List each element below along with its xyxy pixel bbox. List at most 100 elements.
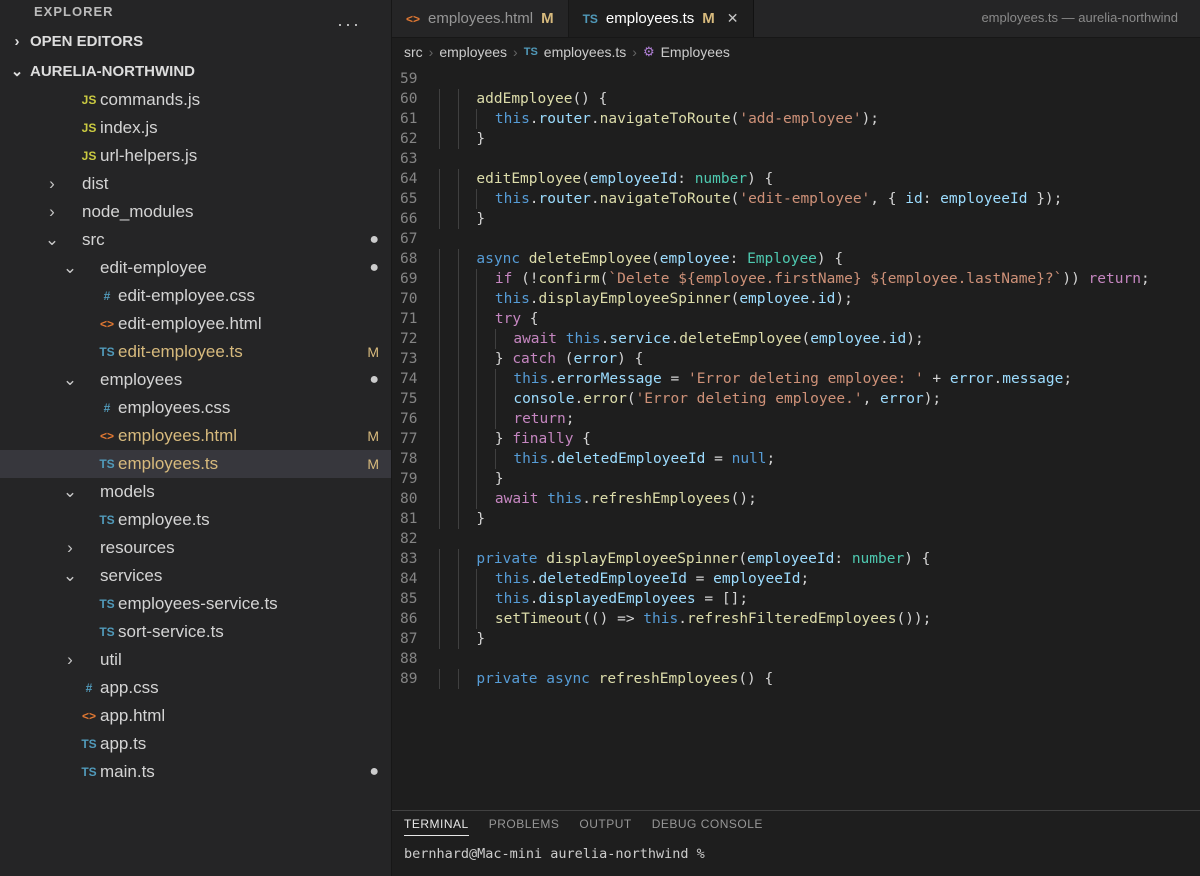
file-item[interactable]: <>employees.htmlM: [0, 422, 391, 450]
editor-tab[interactable]: <>employees.htmlM: [392, 0, 569, 37]
file-item[interactable]: JSurl-helpers.js: [0, 142, 391, 170]
code-line[interactable]: [431, 649, 1200, 669]
line-number: 83: [400, 549, 417, 569]
folder-item[interactable]: ⌄ services: [0, 562, 391, 590]
file-label: employees-service.ts: [118, 594, 278, 614]
code-line[interactable]: private async refreshEmployees() {: [431, 669, 1200, 689]
file-item[interactable]: TSapp.ts: [0, 730, 391, 758]
breadcrumb-item[interactable]: src: [404, 44, 423, 60]
close-icon[interactable]: ✕: [727, 10, 739, 27]
file-item[interactable]: JSindex.js: [0, 114, 391, 142]
code-line[interactable]: this.displayedEmployees = [];: [431, 589, 1200, 609]
panel-tab[interactable]: DEBUG CONSOLE: [652, 817, 763, 836]
code-line[interactable]: this.displayEmployeeSpinner(employee.id)…: [431, 289, 1200, 309]
code-line[interactable]: }: [431, 469, 1200, 489]
line-number: 73: [400, 349, 417, 369]
code-line[interactable]: [431, 149, 1200, 169]
code-line[interactable]: return;: [431, 409, 1200, 429]
ts-icon: TS: [583, 12, 598, 26]
file-label: edit-employee.css: [118, 286, 255, 306]
line-number: 68: [400, 249, 417, 269]
panel-tab[interactable]: TERMINAL: [404, 817, 469, 836]
code-line[interactable]: addEmployee() {: [431, 89, 1200, 109]
code-line[interactable]: }: [431, 209, 1200, 229]
code-line[interactable]: this.deletedEmployeeId = employeeId;: [431, 569, 1200, 589]
file-item[interactable]: TSmain.ts●: [0, 758, 391, 786]
code-line[interactable]: try {: [431, 309, 1200, 329]
code-content[interactable]: addEmployee() { this.router.navigateToRo…: [431, 67, 1200, 810]
code-line[interactable]: [431, 529, 1200, 549]
line-number: 67: [400, 229, 417, 249]
file-item[interactable]: #employees.css: [0, 394, 391, 422]
file-item[interactable]: #edit-employee.css: [0, 282, 391, 310]
file-label: services: [100, 566, 162, 586]
breadcrumbs[interactable]: src›employees›TSemployees.ts›⚙Employees: [392, 38, 1200, 67]
code-line[interactable]: setTimeout(() => this.refreshFilteredEmp…: [431, 609, 1200, 629]
editor-tab[interactable]: TSemployees.tsM✕: [569, 0, 754, 37]
project-header[interactable]: ⌄ AURELIA-NORTHWIND: [0, 56, 391, 86]
file-item[interactable]: TSemployees-service.ts: [0, 590, 391, 618]
code-line[interactable]: [431, 229, 1200, 249]
file-item[interactable]: TSedit-employee.tsM: [0, 338, 391, 366]
file-item[interactable]: TSsort-service.ts: [0, 618, 391, 646]
more-actions-icon[interactable]: ···: [337, 14, 361, 35]
open-editors-header[interactable]: › OPEN EDITORS: [0, 27, 391, 56]
terminal-line[interactable]: bernhard@Mac-mini aurelia-northwind %: [404, 846, 1188, 862]
file-label: index.js: [100, 118, 158, 138]
git-status-badge: M: [359, 344, 379, 360]
code-line[interactable]: }: [431, 129, 1200, 149]
folder-item[interactable]: ⌄employees●: [0, 366, 391, 394]
file-item[interactable]: <>app.html: [0, 702, 391, 730]
code-line[interactable]: this.errorMessage = 'Error deleting empl…: [431, 369, 1200, 389]
code-line[interactable]: editEmployee(employeeId: number) {: [431, 169, 1200, 189]
line-number: 65: [400, 189, 417, 209]
code-line[interactable]: this.deletedEmployeeId = null;: [431, 449, 1200, 469]
code-line[interactable]: } catch (error) {: [431, 349, 1200, 369]
folder-item[interactable]: ›node_modules: [0, 198, 391, 226]
css-icon: #: [96, 401, 118, 415]
line-number: 85: [400, 589, 417, 609]
folder-item[interactable]: ⌄models: [0, 478, 391, 506]
file-tree[interactable]: JScommands.jsJSindex.jsJSurl-helpers.js›…: [0, 86, 391, 876]
folder-item[interactable]: ›resources: [0, 534, 391, 562]
line-number: 84: [400, 569, 417, 589]
js-icon: JS: [78, 149, 100, 163]
breadcrumb-item[interactable]: TS employees.ts: [524, 44, 627, 60]
folder-item[interactable]: ⌄edit-employee●: [0, 254, 391, 282]
file-label: app.ts: [100, 734, 146, 754]
folder-item[interactable]: ›util: [0, 646, 391, 674]
code-line[interactable]: this.router.navigateToRoute('add-employe…: [431, 109, 1200, 129]
code-line[interactable]: this.router.navigateToRoute('edit-employ…: [431, 189, 1200, 209]
code-line[interactable]: await this.service.deleteEmployee(employ…: [431, 329, 1200, 349]
code-line[interactable]: [431, 69, 1200, 89]
breadcrumb-item[interactable]: employees: [439, 44, 507, 60]
file-item[interactable]: TSemployee.ts: [0, 506, 391, 534]
code-line[interactable]: private displayEmployeeSpinner(employeeI…: [431, 549, 1200, 569]
chevron-down-icon: ⌄: [62, 258, 78, 278]
panel-tab[interactable]: PROBLEMS: [489, 817, 560, 836]
code-line[interactable]: } finally {: [431, 429, 1200, 449]
folder-item[interactable]: ⌄src●: [0, 226, 391, 254]
file-item[interactable]: #app.css: [0, 674, 391, 702]
folder-item[interactable]: ›dist: [0, 170, 391, 198]
code-line[interactable]: }: [431, 629, 1200, 649]
file-label: models: [100, 482, 155, 502]
file-label: edit-employee.html: [118, 314, 262, 334]
code-line[interactable]: if (!confirm(`Delete ${employee.firstNam…: [431, 269, 1200, 289]
file-item[interactable]: <>edit-employee.html: [0, 310, 391, 338]
code-line[interactable]: await this.refreshEmployees();: [431, 489, 1200, 509]
file-label: util: [100, 650, 122, 670]
breadcrumb-item[interactable]: ⚙Employees: [643, 44, 730, 60]
file-item[interactable]: TSemployees.tsM: [0, 450, 391, 478]
breadcrumb-label: employees.ts: [544, 44, 626, 60]
code-line[interactable]: console.error('Error deleting employee.'…: [431, 389, 1200, 409]
panel-tab[interactable]: OUTPUT: [579, 817, 631, 836]
code-editor[interactable]: 5960616263646566676869707172737475767778…: [392, 67, 1200, 810]
code-line[interactable]: }: [431, 509, 1200, 529]
ts-icon: TS: [524, 46, 538, 58]
chevron-right-icon: ›: [513, 44, 518, 60]
code-line[interactable]: async deleteEmployee(employee: Employee)…: [431, 249, 1200, 269]
file-label: edit-employee.ts: [118, 342, 243, 362]
file-item[interactable]: JScommands.js: [0, 86, 391, 114]
chevron-down-icon: ⌄: [62, 566, 78, 586]
